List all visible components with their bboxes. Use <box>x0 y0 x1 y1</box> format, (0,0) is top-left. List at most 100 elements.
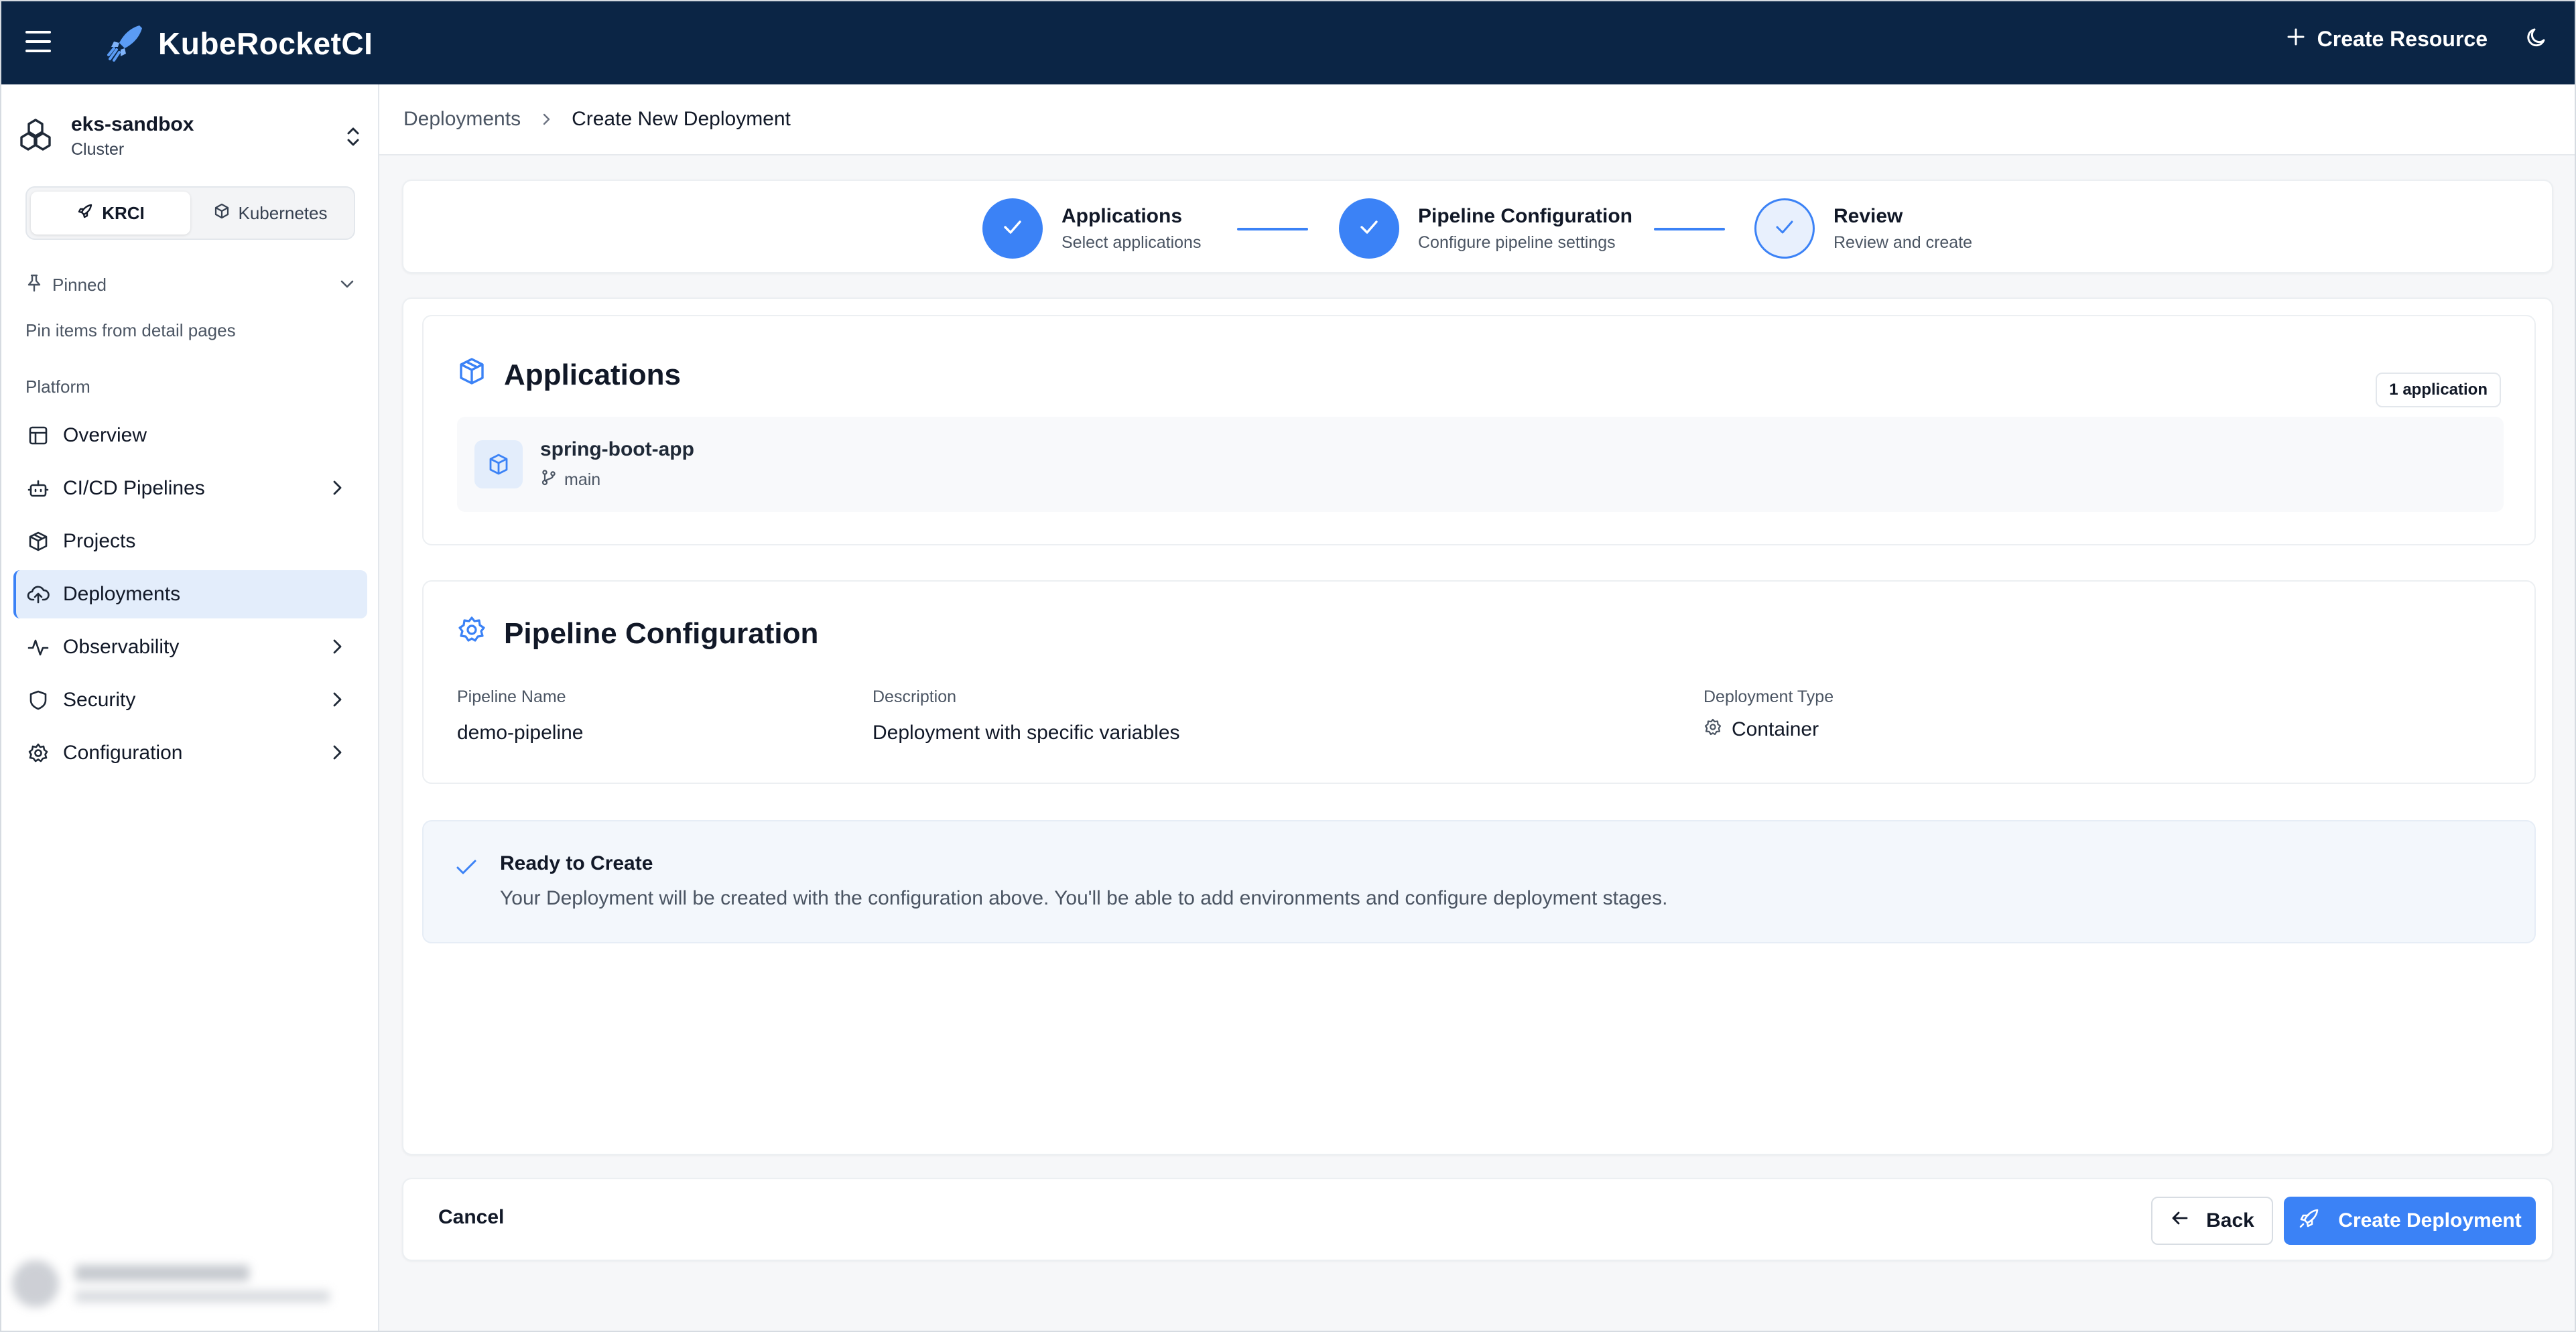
pinned-hint: Pin items from detail pages <box>25 320 236 340</box>
deployment-type-value: Container <box>1703 718 1833 742</box>
application-count-badge: 1 application <box>2376 373 2501 407</box>
sidebar-item-label: CI/CD Pipelines <box>63 477 205 499</box>
cluster-switcher[interactable]: eks-sandbox Cluster <box>17 106 366 166</box>
rocket-logo-icon <box>106 21 146 65</box>
user-name-redacted <box>75 1265 249 1281</box>
step-title: Review <box>1833 204 1903 227</box>
gear-icon <box>1703 718 1722 742</box>
segment-kubernetes-label: Kubernetes <box>238 202 328 223</box>
gear-icon <box>457 615 487 652</box>
box-icon <box>474 440 523 488</box>
step-connector <box>1654 228 1725 230</box>
box-icon <box>27 530 50 553</box>
top-bar: KubeRocketCI Create Resource <box>1 1 2575 84</box>
ready-description: Your Deployment will be created with the… <box>500 887 1668 909</box>
sidebar-item-overview[interactable]: Overview <box>13 411 367 460</box>
wizard-footer: Cancel Back Create Deployment <box>402 1178 2553 1261</box>
applications-title: Applications <box>504 358 682 391</box>
sidebar-item-observability[interactable]: Observability <box>13 623 367 671</box>
description-field: Description Deployment with specific var… <box>873 687 1180 744</box>
breadcrumb-current: Create New Deployment <box>572 108 791 130</box>
sidebar-item-security[interactable]: Security <box>13 676 367 724</box>
step-applications[interactable]: Applications Select applications <box>982 198 1201 259</box>
list-item: spring-boot-app main <box>457 417 2504 512</box>
chevron-right-icon <box>327 742 347 768</box>
nav-section-label: Platform <box>25 377 90 397</box>
branch-name: main <box>564 470 601 489</box>
create-resource-button[interactable]: Create Resource <box>2287 27 2488 52</box>
arrow-left-icon <box>2170 1208 2190 1234</box>
sidebar-item-label: Security <box>63 689 136 711</box>
layout-icon <box>27 424 50 447</box>
sidebar-item-cicd-pipelines[interactable]: CI/CD Pipelines <box>13 464 367 513</box>
pinned-label: Pinned <box>52 275 107 295</box>
step-title: Pipeline Configuration <box>1418 204 1632 227</box>
sidebar: eks-sandbox Cluster KRCI Kubernetes Pinn… <box>1 84 379 1331</box>
applications-panel: Applications 1 application spring-boot-a… <box>422 315 2536 545</box>
application-name: spring-boot-app <box>540 438 694 460</box>
git-branch-icon <box>540 469 558 491</box>
moon-icon[interactable] <box>2525 25 2549 53</box>
segment-krci[interactable]: KRCI <box>31 192 190 235</box>
create-resource-label: Create Resource <box>2317 27 2488 51</box>
pinned-toggle[interactable]: Pinned <box>25 273 357 297</box>
shield-icon <box>27 689 50 712</box>
brand[interactable]: KubeRocketCI <box>106 21 373 65</box>
user-profile[interactable] <box>12 1250 367 1317</box>
breadcrumb-deployments-link[interactable]: Deployments <box>403 108 521 131</box>
wizard-stepper: Applications Select applications Pipelin… <box>402 180 2553 273</box>
step-connector <box>1237 228 1308 230</box>
sidebar-item-label: Overview <box>63 424 147 446</box>
rocket-icon <box>76 202 94 224</box>
sidebar-item-deployments[interactable]: Deployments <box>13 570 367 618</box>
chevron-right-icon <box>327 637 347 662</box>
gear-icon <box>27 742 50 764</box>
pin-icon <box>25 273 43 297</box>
create-deployment-label: Create Deployment <box>2338 1209 2522 1231</box>
step-pipeline-configuration[interactable]: Pipeline Configuration Configure pipelin… <box>1339 198 1632 259</box>
app-title: KubeRocketCI <box>158 25 373 61</box>
applications-header: Applications <box>457 356 681 393</box>
box-icon <box>213 202 231 224</box>
step-description: Configure pipeline settings <box>1418 232 1616 252</box>
check-icon <box>999 214 1026 244</box>
chevron-right-icon <box>327 478 347 503</box>
pipeline-configuration-panel: Pipeline Configuration Pipeline Name dem… <box>422 580 2536 784</box>
back-label: Back <box>2206 1209 2254 1231</box>
chevron-right-icon <box>538 111 554 127</box>
pipeline-configuration-header: Pipeline Configuration <box>457 615 818 652</box>
cluster-name: eks-sandbox <box>71 113 194 135</box>
deployment-type-label: Deployment Type <box>1703 687 1834 706</box>
cancel-button[interactable]: Cancel <box>438 1206 504 1229</box>
sidebar-item-label: Observability <box>63 636 180 658</box>
plus-icon <box>2287 27 2305 52</box>
pipeline-name-label: Pipeline Name <box>457 687 566 706</box>
cloud-upload-icon <box>27 583 50 606</box>
pipeline-configuration-title: Pipeline Configuration <box>504 616 819 650</box>
bot-icon <box>27 477 50 500</box>
avatar <box>12 1260 59 1307</box>
description-value: Deployment with specific variables <box>873 722 1180 744</box>
back-button[interactable]: Back <box>2151 1197 2273 1245</box>
step-description: Select applications <box>1061 232 1202 252</box>
sidebar-item-projects[interactable]: Projects <box>13 517 367 565</box>
segment-kubernetes[interactable]: Kubernetes <box>190 192 350 235</box>
create-deployment-button[interactable]: Create Deployment <box>2284 1197 2536 1245</box>
pipeline-name-field: Pipeline Name demo-pipeline <box>457 687 583 744</box>
application-branch: main <box>540 469 694 491</box>
step-description: Review and create <box>1833 232 1973 252</box>
deployment-type-text: Container <box>1732 718 1819 740</box>
sidebar-nav: Overview CI/CD Pipelines Projects Deploy… <box>13 411 367 782</box>
top-actions: Create Resource <box>2287 25 2549 53</box>
chevrons-up-down-icon <box>343 125 363 152</box>
step-current-indicator <box>1754 198 1815 259</box>
step-review[interactable]: Review Review and create <box>1754 198 1972 259</box>
menu-icon[interactable] <box>25 31 51 54</box>
app-window: KubeRocketCI Create Resource eks-sandbox… <box>0 0 2576 1332</box>
cluster-type: Cluster <box>71 139 125 159</box>
mode-switch: KRCI Kubernetes <box>25 186 355 240</box>
step-complete-indicator <box>982 198 1043 259</box>
sidebar-item-label: Configuration <box>63 742 183 764</box>
description-label: Description <box>873 687 957 706</box>
sidebar-item-configuration[interactable]: Configuration <box>13 729 367 777</box>
